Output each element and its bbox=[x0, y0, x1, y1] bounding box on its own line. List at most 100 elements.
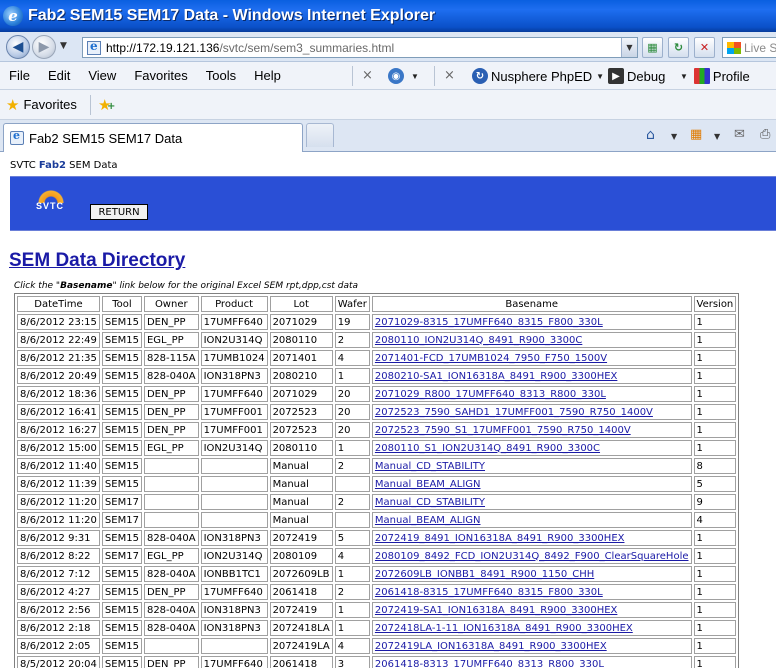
cell-datetime: 8/6/2012 11:40 bbox=[17, 458, 100, 474]
basename-link[interactable]: 2080109_8492_FCD_ION2U314Q_8492_F900_Cle… bbox=[371, 548, 692, 564]
cell-product bbox=[200, 458, 268, 474]
basename-link[interactable]: 2072523_7590_S1_17UMFF001_7590_R750_1400… bbox=[371, 422, 692, 438]
basename-link[interactable]: 2080110_ION2U314Q_8491_R900_3300C bbox=[371, 332, 692, 348]
table-row: 8/6/2012 11:20 SEM17 Manual 2 Manual_CD_STAB… bbox=[17, 494, 737, 510]
address-dropdown-icon[interactable]: ▼ bbox=[621, 38, 637, 57]
return-button[interactable]: RETURN bbox=[90, 204, 148, 220]
cell-product: 17UMFF640 bbox=[200, 314, 268, 330]
basename-link[interactable]: Manual_BEAM_ALIGN bbox=[371, 476, 692, 492]
recent-pages-dropdown[interactable]: ▼ bbox=[60, 41, 67, 51]
cell-datetime: 8/6/2012 9:31 bbox=[17, 530, 100, 546]
basename-link[interactable]: 2071029_R800_17UMFF640_8313_R800_330L bbox=[371, 386, 692, 402]
basename-link[interactable]: 2072419LA_ION16318A_8491_R900_3300HEX bbox=[371, 638, 692, 654]
cell-datetime: 8/6/2012 11:20 bbox=[17, 512, 100, 528]
basename-link[interactable]: 2072418LA-1-11_ION16318A_8491_R900_3300H… bbox=[371, 620, 692, 636]
profile-tool[interactable]: ▼ Profile bbox=[680, 67, 750, 85]
column-header-owner: Owner bbox=[143, 296, 199, 312]
cell-owner bbox=[143, 476, 199, 492]
cell-tool: SEM15 bbox=[101, 422, 142, 438]
basename-link[interactable]: 2061418-8315_17UMFF640_8315_F800_330L bbox=[371, 584, 692, 600]
site-header: SVTC Fab2 SEM Data bbox=[10, 160, 118, 171]
cell-owner: DEN_PP bbox=[143, 404, 199, 420]
new-tab-button[interactable] bbox=[306, 123, 334, 147]
basename-link[interactable]: 2072523_7590_SAHD1_17UMFF001_7590_R750_1… bbox=[371, 404, 692, 420]
cell-wafer: 1 bbox=[334, 566, 370, 582]
refresh-button[interactable]: ↻ bbox=[668, 37, 689, 58]
basename-link[interactable]: Manual_CD_STABILITY bbox=[371, 494, 692, 510]
debug-icon: ▶ bbox=[608, 68, 624, 84]
menu-favorites[interactable]: Favorites bbox=[134, 68, 187, 83]
page-content: SVTC Fab2 SEM Data SVTC RETURN SEM Data … bbox=[0, 152, 776, 668]
translate-tool[interactable]: ◉ ▼ bbox=[388, 67, 419, 85]
print-icon[interactable]: ⎙ bbox=[760, 127, 770, 142]
favorites-button[interactable]: Favorites bbox=[23, 97, 76, 112]
cell-lot: 2071029 bbox=[269, 314, 333, 330]
chevron-down-icon: ▼ bbox=[680, 71, 688, 81]
add-to-favorites-icon[interactable]: ★ bbox=[98, 96, 116, 114]
cell-lot: 2072419 bbox=[269, 530, 333, 546]
address-url[interactable]: http://172.19.121.136/svtc/sem/sem3_summ… bbox=[106, 41, 394, 55]
cell-lot: 2072418LA bbox=[269, 620, 333, 636]
chevron-down-icon[interactable]: ▼ bbox=[671, 132, 677, 141]
menu-view[interactable]: View bbox=[88, 68, 116, 83]
phped-tool[interactable]: ↻ Nusphere PhpED ▼ bbox=[472, 67, 604, 85]
compatibility-view-button[interactable]: ▦ bbox=[642, 37, 663, 58]
cell-wafer bbox=[334, 512, 370, 528]
debug-tool[interactable]: ▶ Debug bbox=[608, 67, 665, 85]
menu-file[interactable]: File bbox=[9, 68, 30, 83]
menu-edit[interactable]: Edit bbox=[48, 68, 70, 83]
table-row: 8/6/2012 18:36 SEM15 DEN_PP 17UMFF640 207102… bbox=[17, 386, 737, 402]
address-input[interactable]: http://172.19.121.136/svtc/sem/sem3_summ… bbox=[82, 37, 638, 58]
basename-link[interactable]: Manual_BEAM_ALIGN bbox=[371, 512, 692, 528]
cell-lot: 2080110 bbox=[269, 440, 333, 456]
chevron-down-icon[interactable]: ▼ bbox=[714, 132, 720, 141]
basename-link[interactable]: 2071401-FCD_17UMB1024_7950_F750_1500V bbox=[371, 350, 692, 366]
compatibility-icon: ▦ bbox=[647, 41, 658, 54]
cell-lot: Manual bbox=[269, 476, 333, 492]
cell-version: 1 bbox=[693, 584, 737, 600]
cell-tool: SEM15 bbox=[101, 314, 142, 330]
mail-icon[interactable]: ✉ bbox=[734, 127, 745, 142]
rss-feed-icon[interactable]: ▦ bbox=[690, 127, 702, 142]
close-toolbar-icon[interactable]: × bbox=[444, 68, 455, 83]
cell-owner: DEN_PP bbox=[143, 656, 199, 668]
basename-link[interactable]: 2080210-SA1_ION16318A_8491_R900_3300HEX bbox=[371, 368, 692, 384]
tab-fab2-sem-data[interactable]: Fab2 SEM15 SEM17 Data bbox=[3, 123, 303, 152]
cell-wafer: 20 bbox=[334, 386, 370, 402]
basename-link[interactable]: 2072609LB_IONBB1_8491_R900_1150_CHH bbox=[371, 566, 692, 582]
profile-chart-icon bbox=[693, 68, 710, 84]
cell-wafer: 2 bbox=[334, 494, 370, 510]
home-icon[interactable]: ⌂ bbox=[646, 127, 655, 143]
cell-lot: 2071401 bbox=[269, 350, 333, 366]
cell-datetime: 8/6/2012 16:27 bbox=[17, 422, 100, 438]
cell-datetime: 8/6/2012 16:41 bbox=[17, 404, 100, 420]
column-header-version: Version bbox=[693, 296, 737, 312]
basename-link[interactable]: 2061418-8313_17UMFF640_8313_R800_330L bbox=[371, 656, 692, 668]
profile-label: Profile bbox=[712, 68, 750, 84]
page-title[interactable]: SEM Data Directory bbox=[9, 250, 185, 272]
menu-tools[interactable]: Tools bbox=[206, 68, 236, 83]
forward-button[interactable]: ▶ bbox=[32, 35, 56, 59]
site-banner: SVTC RETURN bbox=[10, 176, 776, 231]
close-toolbar-icon[interactable]: × bbox=[362, 68, 373, 83]
cell-datetime: 8/6/2012 22:49 bbox=[17, 332, 100, 348]
back-button[interactable]: ◀ bbox=[6, 35, 30, 59]
menu-help[interactable]: Help bbox=[254, 68, 281, 83]
basename-link[interactable]: 2072419_8491_ION16318A_8491_R900_3300HEX bbox=[371, 530, 692, 546]
cell-owner: 828-115A bbox=[143, 350, 199, 366]
stop-button[interactable]: ✕ bbox=[694, 37, 715, 58]
basename-link[interactable]: 2071029-8315_17UMFF640_8315_F800_330L bbox=[371, 314, 692, 330]
table-row: 8/6/2012 21:35 SEM15 828-115A 17UMB1024 2071… bbox=[17, 350, 737, 366]
cell-product: IONBB1TC1 bbox=[200, 566, 268, 582]
cell-wafer: 1 bbox=[334, 368, 370, 384]
search-input[interactable]: Live S bbox=[722, 37, 776, 58]
hint-prefix: Click the " bbox=[14, 281, 61, 291]
basename-link[interactable]: Manual_CD_STABILITY bbox=[371, 458, 692, 474]
refresh-icon: ↻ bbox=[673, 41, 684, 54]
basename-link[interactable]: 2072419-SA1_ION16318A_8491_R900_3300HEX bbox=[371, 602, 692, 618]
cell-tool: SEM17 bbox=[101, 494, 142, 510]
cell-lot: 2080210 bbox=[269, 368, 333, 384]
cell-version: 1 bbox=[693, 422, 737, 438]
cell-version: 1 bbox=[693, 620, 737, 636]
basename-link[interactable]: 2080110_S1_ION2U314Q_8491_R900_3300C bbox=[371, 440, 692, 456]
